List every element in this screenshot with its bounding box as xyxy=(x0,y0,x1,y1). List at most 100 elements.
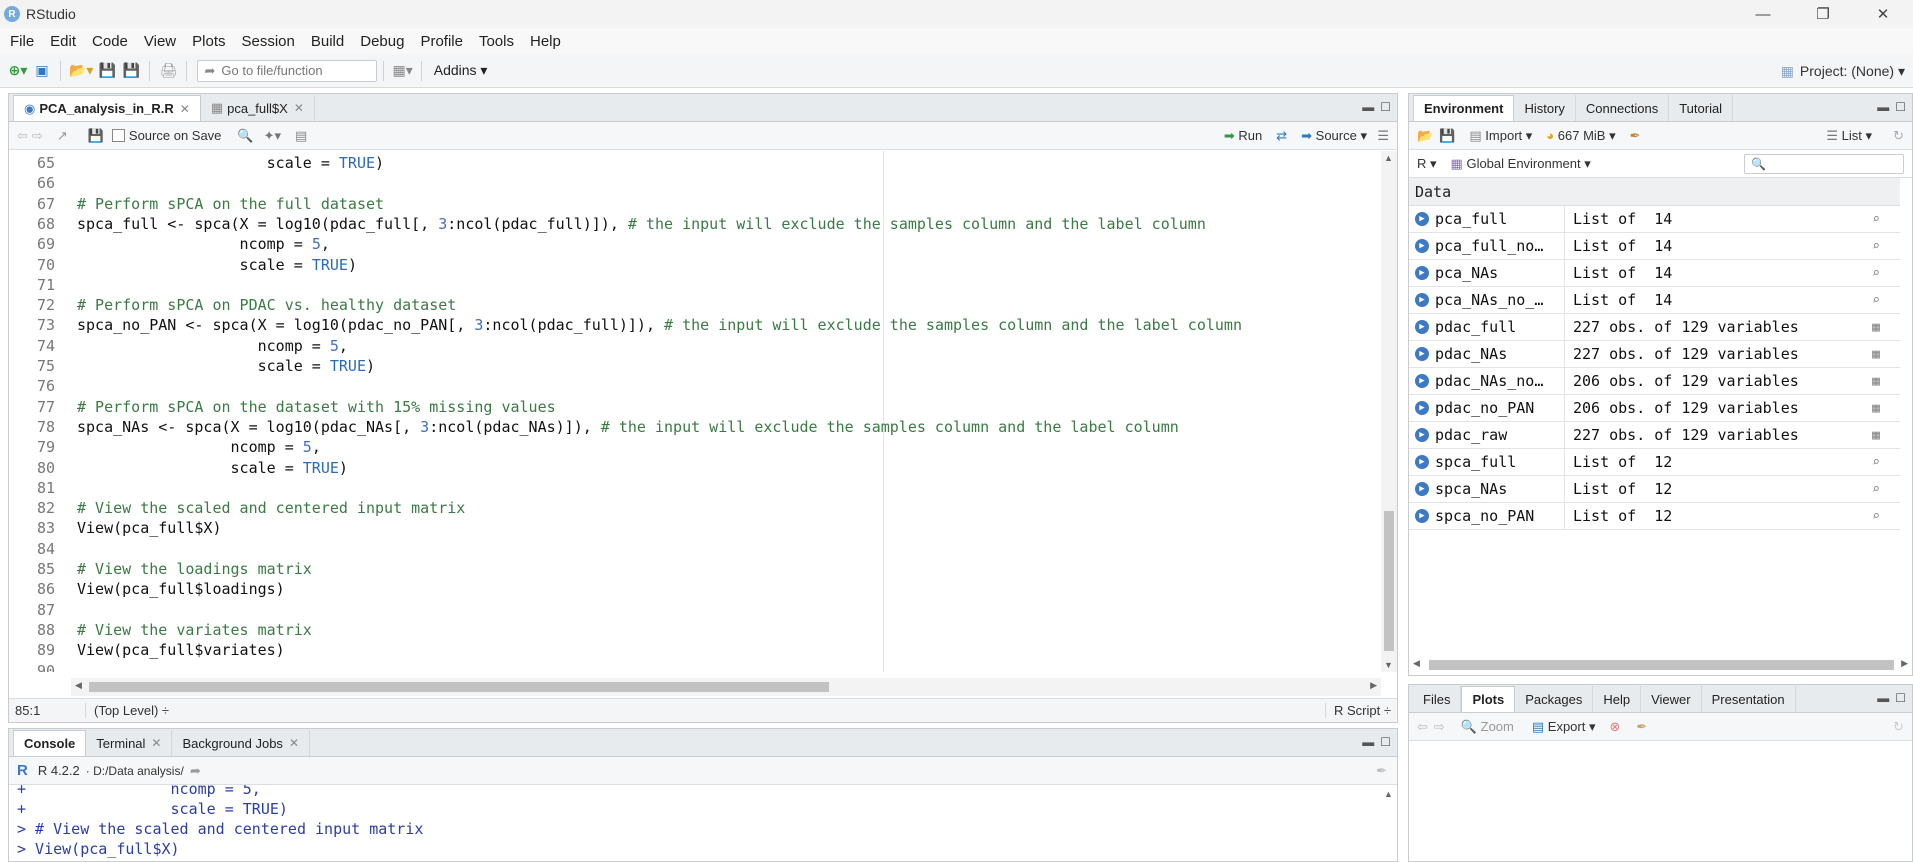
pane-layout-icon[interactable]: ▦▾ xyxy=(392,60,412,82)
refresh-icon[interactable]: ↻ xyxy=(1893,128,1904,144)
search-icon[interactable]: 🔍 xyxy=(237,128,253,144)
remove-plot-icon[interactable]: ⊗ xyxy=(1610,719,1621,735)
tab-console[interactable]: Console xyxy=(13,730,87,756)
tab-viewer[interactable]: Viewer xyxy=(1641,686,1702,712)
tab-presentation[interactable]: Presentation xyxy=(1702,686,1796,712)
go-to-file-input[interactable]: ➦ Go to file/function xyxy=(197,59,378,82)
magnifier-icon[interactable]: ⌕ xyxy=(1872,293,1880,308)
grid-icon[interactable]: ▦ xyxy=(1872,401,1880,416)
tab-tutorial[interactable]: Tutorial xyxy=(1669,95,1734,121)
goto-dir-icon[interactable]: ➦ xyxy=(190,763,201,779)
environment-row[interactable]: ▶ pdac_no_PAN 206 obs. of 129 variables ▦ xyxy=(1409,394,1900,422)
language-menu[interactable]: R ▾ xyxy=(1417,156,1437,172)
menu-file[interactable]: File xyxy=(2,33,42,50)
maximize-pane-icon[interactable]: ☐ xyxy=(1380,100,1391,114)
minimize-pane-icon[interactable]: ▬ xyxy=(1877,691,1889,705)
new-project-icon[interactable]: ▣ xyxy=(32,60,52,82)
close-icon[interactable]: ✕ xyxy=(289,736,299,750)
next-plot-icon[interactable]: ⇨ xyxy=(1434,719,1445,735)
scope-menu[interactable]: ▦ Global Environment ▾ xyxy=(1451,156,1591,172)
code-editor[interactable]: ▲ ▼ 65 scale = TRUE) 66 67 # Perform sPCA o… xyxy=(9,151,1397,672)
magnifier-icon[interactable]: ⌕ xyxy=(1872,212,1880,227)
previous-plot-icon[interactable]: ⇦ xyxy=(1417,719,1428,735)
editor-vertical-scrollbar[interactable]: ▲ ▼ xyxy=(1381,151,1397,672)
import-dataset-button[interactable]: ▤ Import ▾ xyxy=(1469,128,1532,144)
expand-arrow-icon[interactable]: ▶ xyxy=(1415,455,1429,469)
tab-background-jobs[interactable]: Background Jobs ✕ xyxy=(172,730,310,756)
clear-plots-icon[interactable]: ✒ xyxy=(1636,719,1647,735)
environment-row[interactable]: ▶ pdac_raw 227 obs. of 129 variables ▦ xyxy=(1409,421,1900,449)
scroll-down-icon[interactable]: ▼ xyxy=(1384,660,1393,670)
expand-arrow-icon[interactable]: ▶ xyxy=(1415,482,1429,496)
tab-connections[interactable]: Connections xyxy=(1576,95,1670,121)
new-file-icon[interactable]: ⊕▾ xyxy=(8,60,28,82)
menu-session[interactable]: Session xyxy=(234,33,303,50)
expand-arrow-icon[interactable]: ▶ xyxy=(1415,320,1429,334)
menu-plots[interactable]: Plots xyxy=(184,33,233,50)
environment-row[interactable]: ▶ pca_full List of 14 ⌕ xyxy=(1409,205,1900,233)
environment-row[interactable]: ▶ pca_NAs_no_… List of 14 ⌕ xyxy=(1409,286,1900,314)
menu-tools[interactable]: Tools xyxy=(471,33,522,50)
tab-help[interactable]: Help xyxy=(1593,686,1642,712)
working-directory[interactable]: · D:/Data analysis/ xyxy=(86,764,184,778)
expand-arrow-icon[interactable]: ▶ xyxy=(1415,239,1429,253)
editor-horizontal-scrollbar[interactable]: ◀ ▶ xyxy=(71,678,1381,696)
menu-view[interactable]: View xyxy=(136,33,184,50)
magnifier-icon[interactable]: ⌕ xyxy=(1872,482,1880,497)
environment-row[interactable]: ▶ spca_NAs List of 12 ⌕ xyxy=(1409,475,1900,503)
tab-files[interactable]: Files xyxy=(1413,686,1462,712)
environment-row[interactable]: ▶ pdac_NAs_no… 206 obs. of 129 variables ▦ xyxy=(1409,367,1900,395)
restore-icon[interactable]: ❐ xyxy=(1793,0,1853,28)
show-in-window-icon[interactable]: ↗ xyxy=(57,128,68,144)
expand-arrow-icon[interactable]: ▶ xyxy=(1415,401,1429,415)
outline-menu-icon[interactable]: ☰ xyxy=(1377,128,1389,144)
menu-debug[interactable]: Debug xyxy=(352,33,412,50)
export-button[interactable]: ▤ Export ▾ xyxy=(1532,719,1596,735)
tab-plots[interactable]: Plots xyxy=(1461,686,1516,712)
grid-icon[interactable]: ▦ xyxy=(1872,428,1880,443)
environment-row[interactable]: ▶ spca_full List of 12 ⌕ xyxy=(1409,448,1900,476)
expand-arrow-icon[interactable]: ▶ xyxy=(1415,212,1429,226)
scroll-right-icon[interactable]: ▶ xyxy=(1901,658,1908,669)
magic-wand-icon[interactable]: ✦▾ xyxy=(264,128,281,144)
rerun-icon[interactable]: ⇄ xyxy=(1276,128,1287,144)
close-icon[interactable]: ✕ xyxy=(151,736,161,750)
magnifier-icon[interactable]: ⌕ xyxy=(1872,266,1880,281)
environment-row[interactable]: ▶ pdac_NAs 227 obs. of 129 variables ▦ xyxy=(1409,340,1900,368)
tab-pca-full-x[interactable]: ▦ pca_full$X ✕ xyxy=(201,95,315,121)
save-icon[interactable]: 💾 xyxy=(88,128,104,144)
file-type-menu[interactable]: R Script ÷ xyxy=(1325,703,1391,718)
environment-row[interactable]: ▶ pca_NAs List of 14 ⌕ xyxy=(1409,259,1900,287)
maximize-pane-icon[interactable]: ☐ xyxy=(1895,100,1906,114)
save-icon[interactable]: 💾 xyxy=(97,60,117,82)
save-workspace-icon[interactable]: 💾 xyxy=(1439,128,1455,144)
environment-row[interactable]: ▶ spca_no_PAN List of 12 ⌕ xyxy=(1409,502,1900,530)
close-icon[interactable]: ✕ xyxy=(180,102,190,116)
menu-code[interactable]: Code xyxy=(84,33,136,50)
minimize-pane-icon[interactable]: ▬ xyxy=(1362,100,1374,114)
menu-help[interactable]: Help xyxy=(522,33,569,50)
editor-horizontal-scroll-thumb[interactable] xyxy=(89,682,829,692)
minimize-icon[interactable]: — xyxy=(1733,0,1793,28)
magnifier-icon[interactable]: ⌕ xyxy=(1872,455,1880,470)
environment-row[interactable]: ▶ pdac_full 227 obs. of 129 variables ▦ xyxy=(1409,313,1900,341)
grid-icon[interactable]: ▦ xyxy=(1872,320,1880,335)
view-mode-menu[interactable]: ☰ List ▾ xyxy=(1826,128,1872,144)
expand-arrow-icon[interactable]: ▶ xyxy=(1415,293,1429,307)
source-button[interactable]: ➡ Source ▾ xyxy=(1301,128,1367,144)
scroll-up-icon[interactable]: ▲ xyxy=(1384,153,1393,163)
grid-icon[interactable]: ▦ xyxy=(1872,374,1880,389)
environment-horizontal-scrollbar[interactable]: ◀ ▶ xyxy=(1409,656,1912,674)
magnifier-icon[interactable]: ⌕ xyxy=(1872,239,1880,254)
tab-terminal[interactable]: Terminal ✕ xyxy=(86,730,173,756)
environment-scroll-thumb[interactable] xyxy=(1429,660,1894,670)
magnifier-icon[interactable]: ⌕ xyxy=(1872,509,1880,524)
minimize-pane-icon[interactable]: ▬ xyxy=(1877,100,1889,114)
document-outline-icon[interactable]: ▤ xyxy=(295,128,307,144)
tab-history[interactable]: History xyxy=(1514,95,1576,121)
scroll-left-icon[interactable]: ◀ xyxy=(75,680,82,691)
environment-search-input[interactable]: 🔍 xyxy=(1744,153,1904,174)
tab-environment[interactable]: Environment xyxy=(1413,95,1515,121)
scroll-left-icon[interactable]: ◀ xyxy=(1413,658,1420,669)
load-workspace-icon[interactable]: 📂 xyxy=(1417,128,1433,144)
